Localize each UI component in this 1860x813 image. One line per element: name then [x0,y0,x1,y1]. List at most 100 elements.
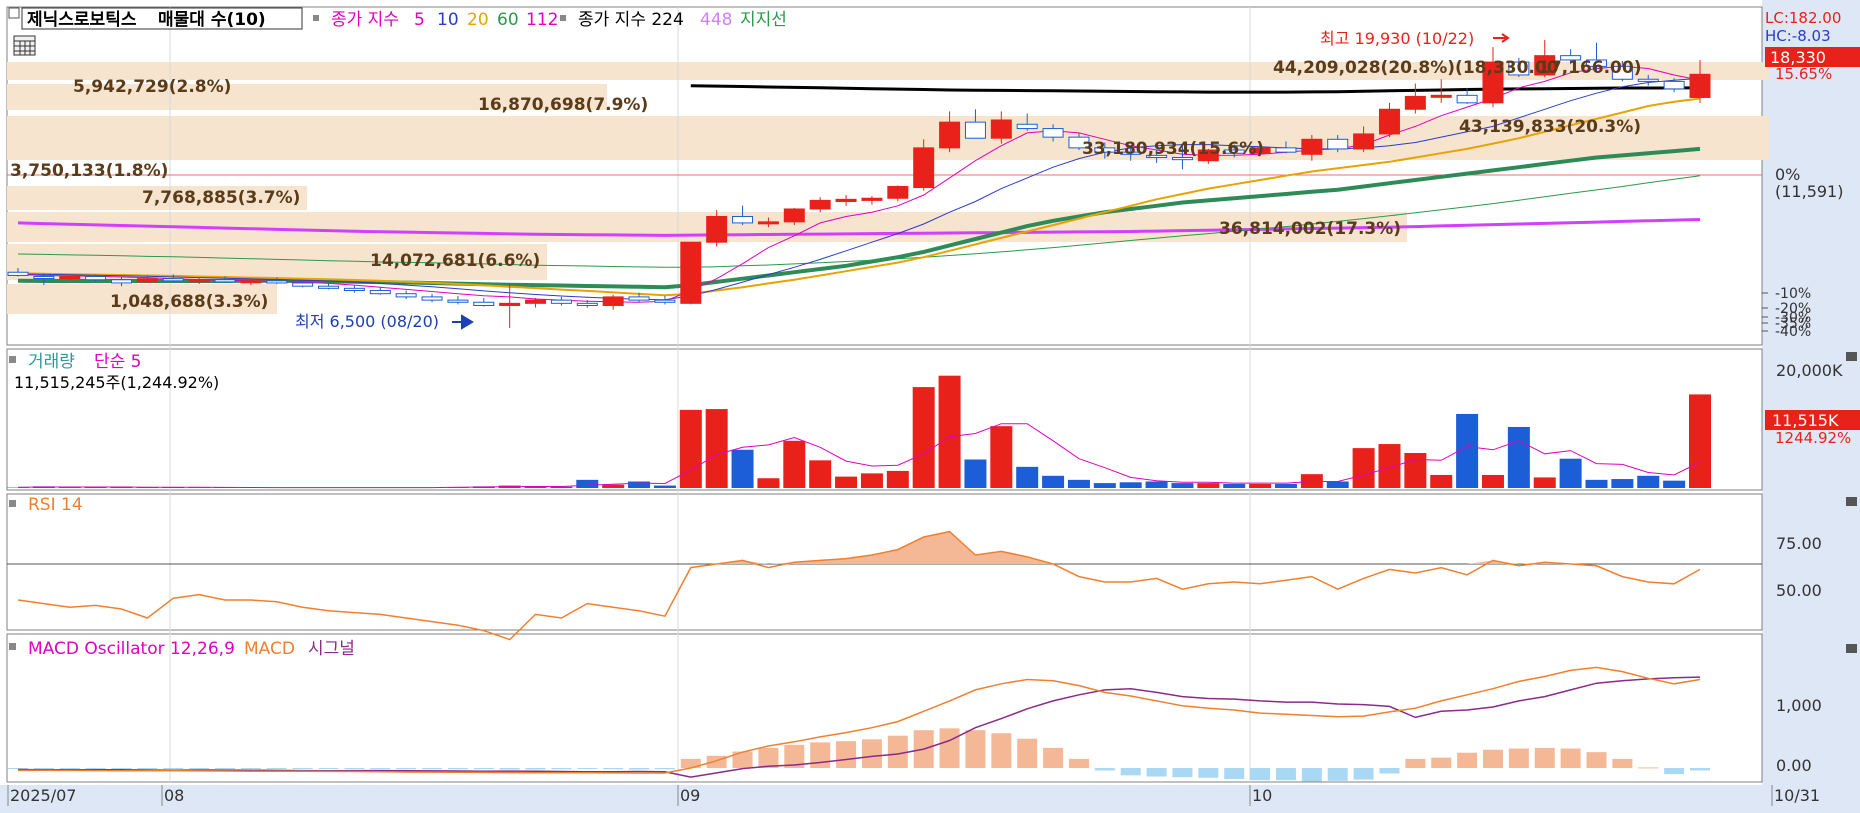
date-label: 10/31 [1774,786,1820,805]
macd-osc-bar [525,768,546,770]
macd-osc-bar [654,768,675,770]
volume-bar [1663,480,1686,488]
volume-bar [1611,479,1634,488]
signal-label: 시그널 [308,639,355,659]
macd-osc-bar [447,768,468,770]
macd-osc-bar [887,735,908,768]
volume-bar [990,426,1013,488]
candle-body [1301,138,1323,155]
volume-bar [1016,466,1039,488]
candle-body [1689,73,1711,98]
candle-body [757,221,779,225]
candle-body [33,276,55,280]
macd-label: MACD [244,639,295,659]
candle-body [1430,94,1452,98]
volume-bar [860,473,883,488]
macd-osc-bar [1327,768,1348,781]
candle-body [887,185,909,199]
volume-bar [628,481,651,488]
macd-osc-bar [396,768,417,770]
macd-osc-bar [1638,767,1659,769]
volume-bar [809,460,832,488]
macd-osc-bar [1482,749,1503,768]
panel-menu-icon[interactable] [1846,352,1857,361]
candle-body [214,279,236,283]
volume-bar [653,485,676,488]
volume-bar [835,476,858,488]
macd-osc-bar [1250,768,1271,781]
candle-body [447,299,469,303]
candle-body [369,289,391,295]
macd-osc-bar [629,768,650,770]
candle-body [732,215,754,224]
macd-osc-bar [1612,758,1633,768]
volume-axis-top: 20,000K [1776,361,1843,380]
volume-bar [1042,475,1065,488]
macd-osc-bar [1068,758,1089,768]
ma-5-label: 5 [414,10,425,30]
volume-bar [757,478,780,488]
volume-info: 11,515,245주(1,244.92%) [14,373,219,392]
macd-osc-bar [344,768,365,769]
candle[interactable] [680,241,702,305]
volume-title: 거래량 [28,352,75,372]
label-17166: 17,166.00) [1538,58,1642,78]
volume-bar [1481,474,1504,488]
volume-last-value: 11,515K [1772,411,1839,430]
volume-profile-label: 14,072,681(6.6%) [370,251,540,271]
macd-osc-bar [1224,768,1245,779]
candle-body [835,198,857,202]
candle-body [1353,133,1375,150]
candle-body [1327,138,1349,150]
volume-bar [1507,426,1530,488]
macd-osc-bar [1690,768,1710,771]
rsi-label-50: 50.00 [1776,581,1822,600]
macd-osc-bar [991,733,1012,768]
volume-bar [1352,448,1375,488]
candle-body [318,285,340,289]
macd-osc-bar [499,768,520,770]
candle-body [266,280,288,284]
volume-bar [886,470,909,488]
volume-bar [964,459,987,488]
volume-bar [1689,394,1711,488]
macd-osc-bar [1431,757,1452,768]
macd-osc-bar [292,768,313,769]
macd-osc-bar [1560,748,1581,768]
volume-profile-label: 5,942,729(2.8%) [73,77,231,97]
macd-osc-bar [861,739,882,768]
panel-menu-icon[interactable] [1846,497,1857,506]
panel-menu-icon[interactable] [1846,644,1857,653]
candle-body [654,299,676,303]
stock-name: 제닉스로보틱스 [27,10,137,30]
volume-bar [1430,474,1453,488]
macd-osc-bar [1146,768,1167,777]
macd-osc-bar [1534,747,1555,768]
candle-body [473,301,495,306]
candle-body [162,278,184,282]
volume-bar [783,440,806,488]
ma-10-label: 10 [437,10,459,30]
candle-body [576,302,598,306]
current-pct: 15.65% [1775,65,1832,83]
macd-osc-bar [1664,768,1685,775]
macd-osc-bar [1301,768,1322,782]
macd-osc-bar [1379,768,1400,774]
candle-body [85,276,107,281]
date-label: 08 [164,786,184,805]
candle-body [809,199,831,210]
label-44m: 44,209,028(20.8%)(18,330.00 [1273,58,1559,78]
candle-body [499,302,521,306]
candle-body [706,215,728,243]
volume-bar [1197,483,1220,488]
ma-label: 종가 지수 [331,10,399,30]
candle-body [525,299,547,304]
volume-bar [1093,483,1116,488]
high-annotation: 최고 19,930 (10/22) [1320,29,1474,48]
volume-bar [1067,479,1090,488]
candle-body [1637,78,1659,82]
macd-osc-bar [965,730,986,768]
date-label: 10 [1252,786,1272,805]
candle-body [1378,108,1400,135]
candle-body [602,296,624,306]
